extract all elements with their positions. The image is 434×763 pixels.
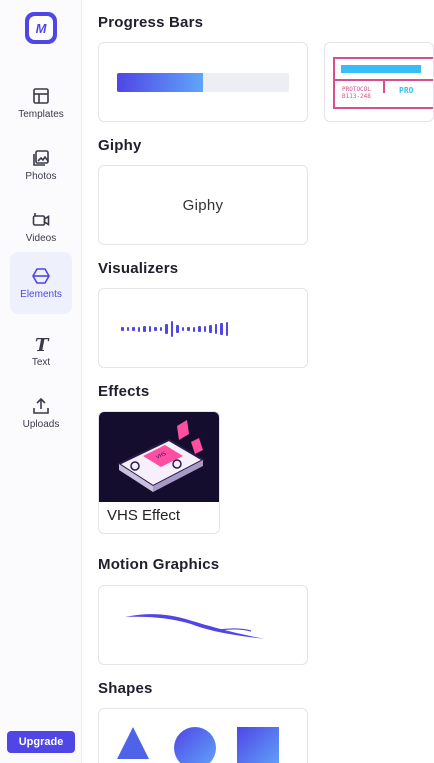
sidebar-item-label: Templates [18,109,64,120]
visualizer-bar [214,324,217,334]
visualizer-bar [176,325,179,333]
upgrade-button[interactable]: Upgrade [7,731,75,753]
sidebar-item-label: Text [31,357,51,368]
sidebar-item-videos[interactable]: Videos [10,196,72,258]
visualizer-bar [143,326,146,332]
visualizer-bar [203,326,206,332]
visualizer-bar [170,321,173,337]
visualizer-bar [165,324,168,334]
sidebar-item-label: Videos [25,233,57,244]
protocol-frame: PROTOCOL B113-248 PRO [333,57,433,109]
videos-icon [32,213,50,226]
circle-shape[interactable] [174,727,216,763]
protocol-right-text: PRO [399,86,414,95]
visualizer-bar [154,327,157,331]
app: M Templates Photos Videos Elements T Tex… [0,0,434,763]
visualizer-bar [159,327,162,331]
sidebar-item-text[interactable]: T Text [10,320,72,382]
sidebar-item-label: Elements [20,289,62,300]
templates-icon [33,88,49,104]
protocol-text: PROTOCOL [342,86,371,93]
section-title-giphy: Giphy [98,137,142,154]
visualizer-bar [121,327,124,331]
vhs-effect-label: VHS Effect [107,507,181,524]
visualizer-bar [209,325,212,333]
protocol-progress-card[interactable]: PROTOCOL B113-248 PRO [324,42,434,122]
giphy-label: Giphy [182,196,224,214]
visualizer-bar [126,327,129,331]
app-logo[interactable]: M [25,12,57,44]
motion-graphic-card[interactable] [98,585,308,665]
visualizer-bar [132,327,135,331]
sidebar-item-label: Photos [25,171,57,182]
visualizer-bar [148,326,151,332]
sidebar-item-templates[interactable]: Templates [10,72,72,134]
visualizer-bar [181,327,184,331]
sidebar-item-elements[interactable]: Elements [10,252,72,314]
visualizer-bar [198,326,201,332]
section-title-visualizers: Visualizers [98,260,179,277]
visualizer-bar [220,323,223,335]
protocol-code: B113-248 [342,93,371,100]
section-title-motion-graphics: Motion Graphics [98,556,220,573]
progress-bar-fill [117,73,203,92]
vhs-effect-card[interactable]: VHS VHS Effect [98,411,220,534]
progress-bar [117,73,289,92]
visualizer-bar [187,327,190,331]
sidebar-item-uploads[interactable]: Uploads [10,382,72,444]
triangle-shape[interactable] [117,727,149,759]
protocol-tick [383,79,385,93]
svg-text:T: T [35,335,50,354]
photos-icon [33,150,49,166]
sidebar-item-label: Uploads [22,419,60,430]
uploads-icon [33,397,49,414]
vhs-tape-icon: VHS [116,420,206,492]
visualizer-card[interactable] [98,288,308,368]
shapes-card[interactable] [98,708,308,763]
section-title-shapes: Shapes [98,680,153,697]
square-shape[interactable] [237,727,279,763]
sidebar: M Templates Photos Videos Elements T Tex… [0,0,82,763]
protocol-bar [341,65,421,73]
audio-visualizer [121,320,228,338]
protocol-label: PROTOCOL B113-248 [342,86,371,100]
progress-bar-card[interactable] [98,42,308,122]
elements-icon [32,268,50,284]
giphy-card[interactable]: Giphy [98,165,308,245]
logo-letter: M [29,16,53,40]
section-title-effects: Effects [98,383,150,400]
section-title-progress-bars: Progress Bars [98,14,204,31]
vhs-thumbnail: VHS [99,412,219,502]
visualizer-bar [225,322,228,336]
elements-panel: Progress Bars PROTOCOL B113-248 PRO Giph… [83,0,434,763]
text-icon: T [35,335,50,354]
sidebar-item-photos[interactable]: Photos [10,134,72,196]
visualizer-bar [137,326,140,332]
motion-wave-graphic [125,614,265,639]
visualizer-bar [192,326,195,332]
